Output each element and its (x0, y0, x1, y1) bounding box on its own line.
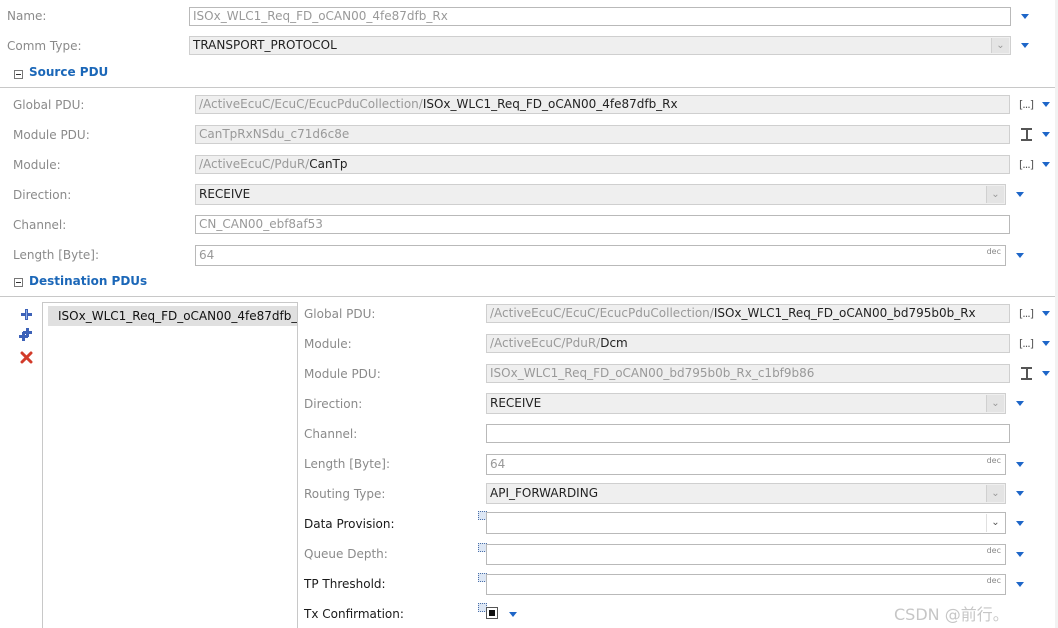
src-length-arrow-icon[interactable] (1016, 253, 1024, 258)
dst-direction-arrow-icon[interactable] (1016, 401, 1024, 406)
destination-list[interactable]: ISOx_WLC1_Req_FD_oCAN00_4fe87dfb_R: (42, 302, 298, 628)
destination-divider (0, 296, 1058, 297)
name-label: Name: (7, 9, 47, 23)
src-module-field[interactable]: /ActiveEcuC/PduR/CanTp (195, 155, 1010, 174)
src-module-pdu-ibeam-icon[interactable] (1021, 128, 1032, 141)
queue-depth-dec: dec (986, 546, 1001, 555)
dst-direction-select[interactable]: RECEIVE ⌄ (486, 393, 1006, 414)
dst-module-label: Module: (304, 337, 352, 351)
src-direction-label: Direction: (13, 188, 72, 202)
dst-length-label: Length [Byte]: (304, 457, 391, 471)
name-field[interactable]: ISOx_WLC1_Req_FD_oCAN00_4fe87dfb_Rx (189, 7, 1011, 26)
src-length-dec: dec (986, 247, 1001, 256)
chevron-down-icon[interactable]: ⌄ (986, 514, 1004, 532)
dst-length-dec: dec (986, 456, 1001, 465)
dst-tp-threshold-field[interactable]: dec (486, 574, 1006, 595)
dst-module-arrow-icon[interactable] (1042, 341, 1050, 346)
src-global-pdu-field[interactable]: /ActiveEcuC/EcuC/EcucPduCollection/ISOx_… (195, 95, 1010, 114)
dst-length-arrow-icon[interactable] (1016, 462, 1024, 467)
name-dropdown-arrow-icon[interactable] (1021, 14, 1029, 19)
add-icon[interactable] (20, 308, 33, 321)
chevron-down-icon[interactable]: ⌄ (991, 38, 1009, 53)
src-module-label: Module: (13, 158, 61, 172)
dst-global-pdu-field[interactable]: /ActiveEcuC/EcuC/EcucPduCollection/ISOx_… (486, 304, 1010, 323)
dst-global-pdu-label: Global PDU: (304, 307, 376, 321)
src-module-arrow-icon[interactable] (1042, 162, 1050, 167)
src-global-pdu-label: Global PDU: (13, 98, 85, 112)
tp-threshold-dec: dec (986, 576, 1001, 585)
source-divider (0, 87, 1058, 88)
src-channel-field[interactable]: CN_CAN00_ebf8af53 (195, 215, 1010, 234)
src-direction-arrow-icon[interactable] (1016, 192, 1024, 197)
dst-module-pdu-arrow-icon[interactable] (1042, 371, 1050, 376)
delete-icon[interactable] (20, 351, 33, 364)
tx-confirmation-arrow-icon[interactable] (509, 612, 517, 617)
src-module-pdu-arrow-icon[interactable] (1042, 132, 1050, 137)
src-module-pdu-label: Module PDU: (13, 128, 90, 142)
comm-type-dropdown-arrow-icon[interactable] (1021, 43, 1029, 48)
comm-type-value: TRANSPORT_PROTOCOL (193, 38, 337, 52)
add-multiple-icon[interactable] (19, 328, 34, 342)
chevron-down-icon[interactable]: ⌄ (986, 485, 1004, 502)
dst-module-pdu-label: Module PDU: (304, 367, 381, 381)
dst-queue-depth-field[interactable]: dec (486, 544, 1006, 565)
dst-direction-label: Direction: (304, 397, 363, 411)
dst-data-provision-select[interactable]: ⌄ (486, 512, 1006, 534)
dst-module-pdu-ibeam-icon[interactable] (1021, 367, 1032, 380)
src-length-label: Length [Byte]: (13, 248, 100, 262)
dst-routing-select[interactable]: API_FORWARDING ⌄ (486, 483, 1006, 504)
dst-global-pdu-arrow-icon[interactable] (1042, 311, 1050, 316)
source-pdu-title: Source PDU (29, 65, 109, 79)
destination-pdus-title: Destination PDUs (29, 274, 148, 288)
src-module-pdu-field[interactable]: CanTpRxNSdu_c71d6c8e (195, 125, 1010, 144)
source-collapse-icon[interactable] (14, 70, 23, 79)
dst-channel-label: Channel: (304, 427, 358, 441)
dst-channel-field[interactable] (486, 424, 1010, 443)
comm-type-label: Comm Type: (7, 39, 82, 53)
dst-routing-arrow-icon[interactable] (1016, 491, 1024, 496)
dst-queue-depth-arrow-icon[interactable] (1016, 552, 1024, 557)
src-global-pdu-arrow-icon[interactable] (1042, 102, 1050, 107)
src-direction-select[interactable]: RECEIVE ⌄ (195, 184, 1006, 205)
dst-routing-label: Routing Type: (304, 487, 386, 501)
comm-type-select[interactable]: TRANSPORT_PROTOCOL ⌄ (189, 36, 1011, 55)
dst-tp-threshold-label: TP Threshold: (304, 577, 386, 591)
list-item[interactable]: ISOx_WLC1_Req_FD_oCAN00_4fe87dfb_R: (48, 306, 297, 326)
dst-length-field[interactable]: 64 dec (486, 454, 1006, 475)
src-channel-label: Channel: (13, 218, 67, 232)
dst-data-provision-label: Data Provision: (304, 517, 395, 531)
dst-data-provision-arrow-icon[interactable] (1016, 521, 1024, 526)
src-module-browse-icon[interactable]: [...] (1019, 158, 1034, 171)
dst-module-field[interactable]: /ActiveEcuC/PduR/Dcm (486, 334, 1010, 353)
destination-collapse-icon[interactable] (14, 278, 23, 287)
dst-module-pdu-field[interactable]: ISOx_WLC1_Req_FD_oCAN00_bd795b0b_Rx_c1bf… (486, 364, 1010, 383)
dst-global-pdu-browse-icon[interactable]: [...] (1019, 307, 1034, 320)
src-global-pdu-browse-icon[interactable]: [...] (1019, 98, 1034, 111)
dst-module-browse-icon[interactable]: [...] (1019, 337, 1034, 350)
dst-queue-depth-label: Queue Depth: (304, 547, 388, 561)
watermark: CSDN @前行。 (894, 605, 1009, 624)
dst-tp-threshold-arrow-icon[interactable] (1016, 582, 1024, 587)
dst-tx-confirmation-label: Tx Confirmation: (304, 607, 404, 621)
src-length-field[interactable]: 64 dec (195, 245, 1006, 266)
tx-confirmation-checkbox-icon[interactable] (486, 607, 498, 619)
chevron-down-icon[interactable]: ⌄ (986, 186, 1004, 203)
chevron-down-icon[interactable]: ⌄ (986, 395, 1004, 412)
